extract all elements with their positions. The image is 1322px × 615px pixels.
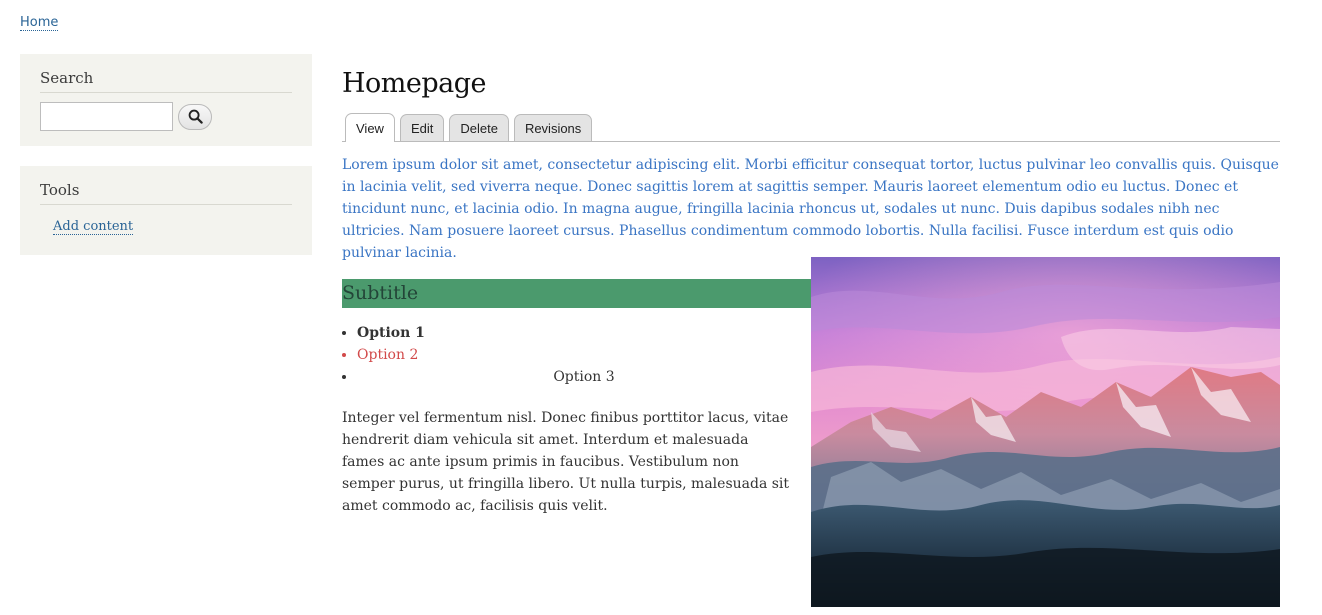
tab-view[interactable]: View	[345, 113, 395, 142]
search-button[interactable]	[178, 103, 212, 130]
main-content: Homepage View Edit Delete Revisions Lore…	[342, 64, 1280, 264]
list-item-option-2: Option 2	[357, 344, 811, 366]
mountain-sunset-image	[811, 257, 1280, 607]
search-icon	[188, 109, 203, 124]
search-form	[40, 102, 292, 131]
body-paragraph: Integer vel fermentum nisl. Donec finibu…	[342, 410, 790, 514]
breadcrumb-home-link[interactable]: Home	[20, 15, 59, 31]
intro-paragraph: Lorem ipsum dolor sit amet, consectetur …	[342, 157, 1279, 261]
list-item-option-1: Option 1	[357, 322, 811, 344]
list-item-option-3: Option 3	[357, 366, 811, 388]
search-block: Search	[20, 54, 312, 146]
tabs: View Edit Delete Revisions	[342, 112, 1280, 142]
search-input[interactable]	[40, 102, 173, 131]
search-block-title: Search	[40, 69, 292, 93]
tab-edit[interactable]: Edit	[399, 114, 445, 141]
options-list: Option 1 Option 2 Option 3	[342, 322, 811, 388]
subtitle-heading: Subtitle	[342, 279, 811, 308]
tools-block: Tools Add content	[20, 166, 312, 255]
add-content-link[interactable]: Add content	[53, 219, 134, 235]
tab-delete[interactable]: Delete	[449, 114, 509, 141]
tab-revisions[interactable]: Revisions	[513, 114, 593, 141]
breadcrumb: Home	[20, 15, 59, 31]
page-title: Homepage	[342, 68, 487, 99]
tools-block-title: Tools	[40, 181, 292, 205]
